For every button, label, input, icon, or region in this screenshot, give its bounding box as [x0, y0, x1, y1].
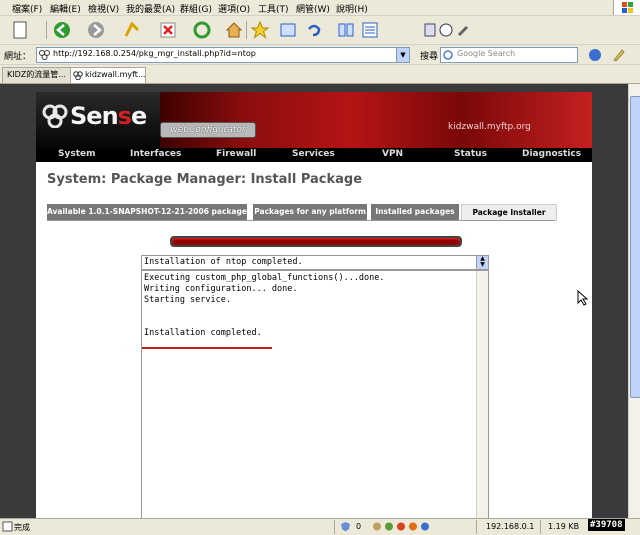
mouse-cursor-icon — [577, 290, 589, 306]
tab-label: Packages for any platform — [254, 207, 366, 216]
scrollbar-thumb[interactable] — [630, 96, 640, 398]
output-line: Executing custom_php_global_functions().… — [144, 273, 385, 283]
tab-label: kidzwall.myft... — [85, 70, 146, 79]
search-label: 搜尋 — [420, 52, 439, 62]
status-bar: 完成 0 192.168.0.1 1.19 KB #39708 — [0, 518, 640, 535]
nav-status[interactable]: Status — [454, 149, 487, 159]
menu-options[interactable]: 選項(O) — [218, 2, 250, 15]
go-icon[interactable] — [122, 20, 142, 40]
pfsense-header: Sense webConfigurator kidzwall.myftp.org — [36, 92, 592, 148]
menu-network[interactable]: 網管(W) — [296, 2, 330, 15]
pfsense-favicon-icon — [73, 71, 83, 80]
pfsense-logo: Sense — [70, 102, 147, 130]
address-bar: 網址： http://192.168.0.254/pkg_mgr_install… — [0, 45, 640, 65]
address-label: 網址： — [4, 52, 32, 62]
toolbar-separator — [246, 21, 247, 39]
tab-label: KIDZ的流量管... — [7, 70, 66, 79]
nav-diagnostics[interactable]: Diagnostics — [522, 149, 581, 159]
list-icon[interactable] — [360, 20, 380, 40]
statusbar-separator — [540, 520, 541, 534]
hostname: kidzwall.myftp.org — [448, 122, 531, 132]
nav-services[interactable]: Services — [292, 149, 335, 159]
refresh-icon[interactable] — [192, 20, 212, 40]
page-viewport: Sense webConfigurator kidzwall.myftp.org… — [0, 84, 628, 518]
progress-bar — [170, 236, 462, 247]
google-icon — [443, 50, 453, 60]
nav-vpn[interactable]: VPN — [382, 149, 403, 159]
status-ip: 192.168.0.1 — [486, 522, 535, 531]
tab-package-installer[interactable]: Package Installer — [461, 204, 557, 221]
status-scroll-icon[interactable]: ▲ ▼ — [476, 256, 488, 269]
highlight-icon[interactable] — [612, 48, 626, 62]
statusbar-separator — [476, 520, 477, 534]
search-input[interactable]: Google Search — [440, 47, 578, 63]
statusbar-separator — [334, 520, 335, 534]
address-dropdown-icon[interactable]: ▼ — [396, 48, 409, 62]
page-icon — [2, 521, 13, 532]
toolbar — [0, 16, 640, 45]
group-icon[interactable] — [336, 20, 356, 40]
shield-icon — [341, 522, 350, 532]
pfsense-logo-icon — [42, 104, 68, 128]
forward-icon[interactable] — [86, 20, 106, 40]
tab-label: Package Installer — [472, 208, 546, 217]
new-page-icon[interactable] — [10, 20, 30, 40]
back-icon[interactable] — [52, 20, 72, 40]
pfsense-page: Sense webConfigurator kidzwall.myftp.org… — [36, 92, 592, 518]
menu-view[interactable]: 檢視(V) — [88, 2, 119, 15]
status-icons — [373, 522, 429, 531]
output-scrollbar[interactable] — [476, 271, 488, 518]
toolbar-separator — [46, 21, 47, 39]
search-engine-icon[interactable] — [588, 48, 602, 62]
tab-available-packages[interactable]: Available 1.0.1-SNAPSHOT-12-21-2006 pack… — [47, 204, 248, 220]
menu-help[interactable]: 說明(H) — [336, 2, 368, 15]
output-line: Starting service. — [144, 295, 231, 305]
menu-edit[interactable]: 編輯(E) — [50, 2, 81, 15]
status-size: 1.19 KB — [548, 522, 580, 531]
output-textarea[interactable]: Executing custom_php_global_functions().… — [141, 270, 489, 518]
address-url: http://192.168.0.254/pkg_mgr_install.php… — [53, 49, 256, 58]
webconfigurator-badge: webConfigurator — [160, 122, 256, 138]
main-nav: System Interfaces Firewall Services VPN … — [36, 148, 592, 162]
page-scrollbar[interactable] — [628, 84, 640, 518]
menu-bar: 檔案(F) 編輯(E) 檢視(V) 我的最愛(A) 群組(G) 選項(O) 工具… — [0, 0, 640, 16]
window-icon[interactable] — [278, 20, 298, 40]
status-message: 完成 — [14, 523, 30, 532]
windows-logo-icon — [613, 0, 640, 15]
nav-firewall[interactable]: Firewall — [216, 149, 256, 159]
tab-installed-packages[interactable]: Installed packages — [371, 204, 460, 220]
status-text: Installation of ntop completed. — [144, 257, 303, 267]
menu-tools[interactable]: 工具(T) — [258, 2, 289, 15]
tools-icon[interactable] — [454, 20, 474, 40]
tab-divider — [47, 220, 555, 221]
menu-group[interactable]: 群組(G) — [180, 2, 212, 15]
menu-favorites[interactable]: 我的最愛(A) — [126, 2, 175, 15]
menu-file[interactable]: 檔案(F) — [12, 2, 42, 15]
browser-tab-bar: KIDZ的流量管... kidzwall.myft... — [0, 65, 640, 84]
watermark: #39708 — [588, 519, 625, 531]
compass-icon[interactable] — [436, 20, 456, 40]
stop-icon[interactable] — [158, 20, 178, 40]
tab-label: Installed packages — [375, 207, 455, 216]
search-placeholder: Google Search — [457, 49, 516, 58]
browser-tab-active[interactable]: kidzwall.myft... — [70, 67, 146, 83]
header-banner — [156, 92, 592, 148]
package-tabs: Available 1.0.1-SNAPSHOT-12-21-2006 pack… — [47, 204, 557, 221]
tab-label: Available 1.0.1-SNAPSHOT-12-21-2006 pack… — [47, 207, 248, 216]
status-count: 0 — [356, 522, 362, 531]
nav-system[interactable]: System — [58, 149, 96, 159]
tab-any-platform[interactable]: Packages for any platform — [253, 204, 368, 220]
pfsense-favicon-icon — [39, 50, 50, 60]
page-title: System: Package Manager: Install Package — [47, 172, 363, 187]
output-line-completed: Installation completed. — [144, 328, 262, 338]
nav-interfaces[interactable]: Interfaces — [130, 149, 181, 159]
address-input[interactable]: http://192.168.0.254/pkg_mgr_install.php… — [36, 47, 410, 63]
browser-tab[interactable]: KIDZ的流量管... — [2, 67, 74, 83]
output-line: Writing configuration... done. — [144, 284, 298, 294]
completed-underline — [142, 347, 272, 349]
home-icon[interactable] — [224, 20, 244, 40]
status-field: Installation of ntop completed. ▲ ▼ — [141, 255, 489, 270]
favorites-icon[interactable] — [250, 20, 270, 40]
undo-icon[interactable] — [304, 20, 324, 40]
